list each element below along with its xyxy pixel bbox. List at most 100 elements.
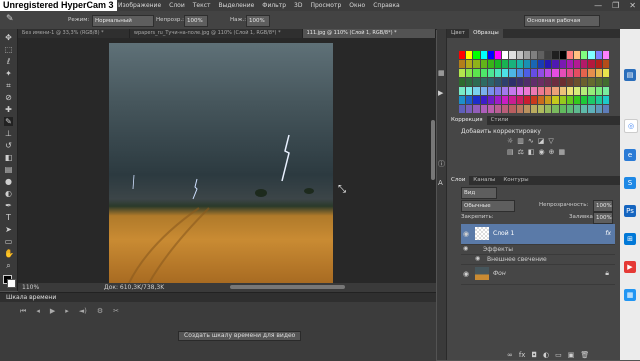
color-swatch[interactable] — [538, 87, 545, 95]
color-swatch[interactable] — [545, 60, 552, 68]
color-swatch[interactable] — [473, 87, 480, 95]
color-swatch[interactable] — [494, 105, 502, 113]
color-swatch[interactable] — [459, 69, 466, 77]
menu-item-5[interactable]: 3D — [294, 0, 302, 11]
mask-icon[interactable]: ◘ — [531, 351, 537, 359]
color-swatch[interactable] — [559, 78, 566, 86]
vibrance-icon[interactable]: ▽ — [548, 137, 553, 145]
color-swatch[interactable] — [602, 51, 609, 59]
zoom-tool-icon[interactable]: ⌕ — [4, 261, 13, 270]
settings-icon[interactable]: ⚙ — [97, 307, 103, 316]
first-frame-icon[interactable]: ⏮ — [20, 307, 26, 316]
mixer-icon[interactable]: ⊕ — [549, 148, 555, 156]
color-swatch[interactable] — [559, 60, 566, 68]
history-icon[interactable]: ▦ — [438, 69, 445, 77]
color-swatch[interactable] — [473, 96, 480, 104]
color-swatch[interactable] — [545, 78, 552, 86]
opacity-field[interactable]: 100% — [184, 15, 208, 27]
gradient-icon[interactable]: ▤ — [4, 165, 13, 174]
menu-item-0[interactable]: Изображение — [118, 0, 161, 11]
color-swatch[interactable] — [509, 51, 516, 59]
color-swatch[interactable] — [459, 105, 466, 113]
panel-tab[interactable]: Цвет — [447, 29, 469, 38]
doc-tab[interactable]: wpapers_ru_Тучи-на-поле.jpg @ 110% (Слой… — [130, 29, 303, 38]
eyedropper-icon[interactable]: ⊘ — [4, 93, 13, 102]
color-swatch[interactable] — [566, 105, 574, 113]
close-button[interactable]: ✕ — [629, 1, 636, 10]
panel-tab[interactable]: Стили — [487, 116, 513, 125]
color-swatch[interactable] — [574, 78, 581, 86]
color-swatch[interactable] — [466, 105, 473, 113]
brush-preset-icon[interactable]: ✎ — [6, 14, 14, 24]
balance-icon[interactable]: ⚖ — [518, 148, 524, 156]
color-swatch[interactable] — [516, 105, 523, 113]
hand-tool-icon[interactable]: ✋ — [4, 249, 14, 258]
color-swatch[interactable] — [595, 105, 602, 113]
color-swatch[interactable] — [538, 60, 545, 68]
create-timeline-button[interactable]: Создать шкалу времени для видео — [178, 331, 302, 341]
color-swatch[interactable] — [487, 69, 494, 77]
panel-tab[interactable]: Слои — [447, 176, 470, 185]
color-swatch[interactable] — [502, 51, 509, 59]
color-swatch[interactable] — [588, 69, 595, 77]
levels-icon[interactable]: ▥ — [517, 137, 524, 145]
color-swatch[interactable] — [566, 96, 574, 104]
color-swatch[interactable] — [473, 105, 480, 113]
color-swatch[interactable] — [588, 87, 595, 95]
magic-wand-icon[interactable]: ✦ — [4, 69, 13, 78]
color-swatch[interactable] — [523, 96, 530, 104]
color-swatch[interactable] — [552, 105, 559, 113]
document-canvas-image[interactable] — [109, 43, 333, 283]
link-icon[interactable]: ∞ — [507, 351, 513, 359]
group-icon[interactable]: ▭ — [555, 351, 562, 359]
color-swatch[interactable] — [602, 87, 609, 95]
chrome-icon[interactable]: ◎ — [624, 119, 638, 133]
next-frame-icon[interactable]: ▸ — [65, 307, 69, 316]
color-swatch[interactable] — [502, 87, 509, 95]
color-swatch[interactable] — [523, 69, 530, 77]
ps-taskbar-icon[interactable]: Ps — [624, 205, 636, 217]
color-swatch[interactable] — [559, 105, 566, 113]
color-swatch[interactable] — [502, 60, 509, 68]
browser-icon[interactable]: e — [624, 149, 636, 161]
color-swatch[interactable] — [552, 87, 559, 95]
color-swatch[interactable] — [473, 78, 480, 86]
color-swatch[interactable] — [595, 78, 602, 86]
color-swatch[interactable] — [480, 96, 487, 104]
color-swatch[interactable] — [466, 69, 473, 77]
color-swatch[interactable] — [473, 60, 480, 68]
color-swatch[interactable] — [581, 96, 588, 104]
color-swatch[interactable] — [559, 87, 566, 95]
dodge-tool-icon[interactable]: ◐ — [4, 189, 13, 198]
color-swatch[interactable] — [459, 51, 466, 59]
curves-icon[interactable]: ∿ — [528, 137, 534, 145]
crop-tool-icon[interactable]: ⌗ — [4, 81, 13, 90]
visibility-eye-icon[interactable]: ◉ — [463, 270, 469, 278]
color-swatch[interactable] — [559, 69, 566, 77]
audio-icon[interactable]: ◄) — [79, 307, 87, 316]
color-swatch[interactable] — [494, 78, 502, 86]
history-brush-icon[interactable]: ↺ — [4, 141, 13, 150]
color-swatch[interactable] — [574, 51, 581, 59]
color-swatch[interactable] — [480, 87, 487, 95]
color-swatch[interactable] — [545, 105, 552, 113]
properties-icon[interactable]: ⓘ — [438, 159, 445, 169]
color-swatch[interactable] — [588, 105, 595, 113]
horizontal-scrollbar[interactable] — [230, 285, 345, 289]
color-swatch[interactable] — [494, 96, 502, 104]
vertical-scrollbar[interactable] — [431, 120, 435, 180]
fill-field[interactable]: 100% — [593, 212, 613, 224]
exposure-icon[interactable]: ◪ — [538, 137, 545, 145]
swatches-grid[interactable] — [459, 51, 609, 113]
color-swatch[interactable] — [552, 96, 559, 104]
color-swatch[interactable] — [480, 78, 487, 86]
color-swatch[interactable] — [545, 87, 552, 95]
color-swatch[interactable] — [480, 69, 487, 77]
actions-icon[interactable]: ▶ — [438, 89, 443, 97]
color-swatch[interactable] — [494, 60, 502, 68]
layer-name[interactable]: Фон — [493, 270, 506, 277]
color-swatch[interactable] — [530, 87, 538, 95]
brush-tool-icon[interactable]: ✎ — [4, 117, 13, 126]
menu-item-6[interactable]: Просмотр — [310, 0, 341, 11]
color-swatch[interactable] — [530, 78, 538, 86]
